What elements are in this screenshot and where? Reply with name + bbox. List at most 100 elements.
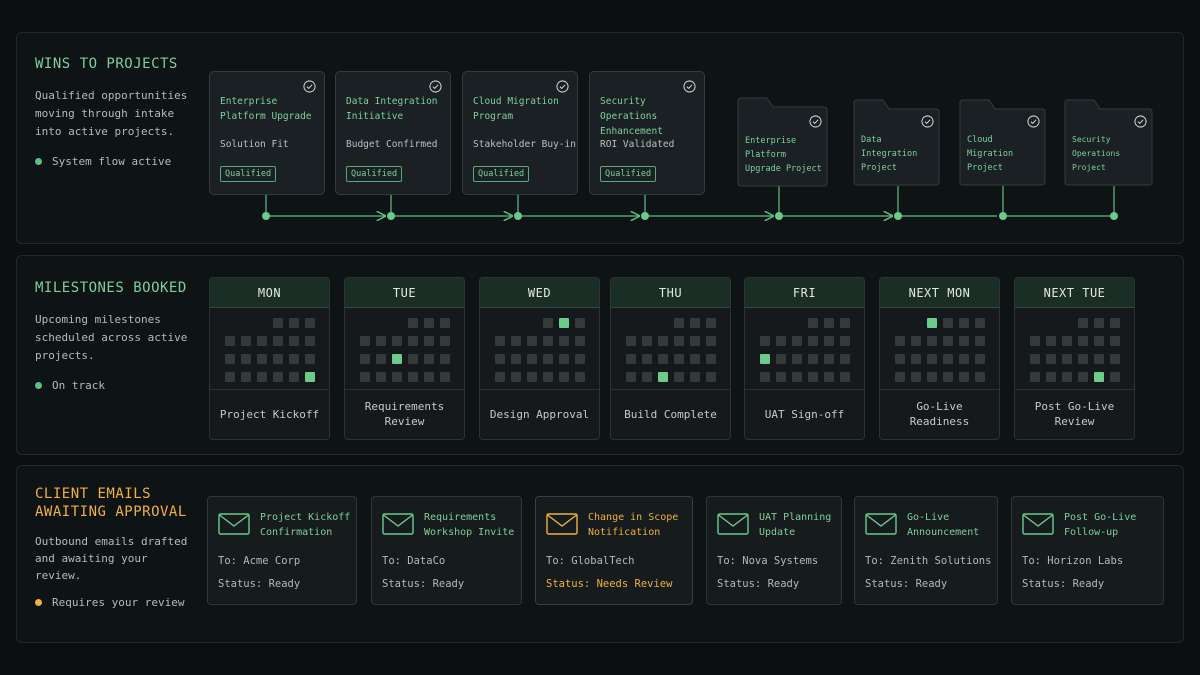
- calendar-cell: [760, 354, 770, 364]
- email-card-needs-review[interactable]: Change in Scope Notification To: GlobalT…: [535, 496, 693, 605]
- project-folder[interactable]: Security Operations Project: [1064, 99, 1153, 186]
- opportunity-card[interactable]: Data Integration Initiative Budget Confi…: [335, 71, 451, 195]
- opportunity-card[interactable]: Security Operations Enhancement ROI Vali…: [589, 71, 705, 195]
- qualified-badge: Qualified: [220, 166, 277, 182]
- opportunity-card[interactable]: Cloud Migration Program Stakeholder Buy-…: [462, 71, 578, 195]
- calendar-cell: [626, 372, 636, 382]
- email-card[interactable]: Go-Live Announcement To: Zenith Solution…: [854, 496, 998, 605]
- calendar-cell: [626, 336, 636, 346]
- calendar-cell: [808, 372, 818, 382]
- calendar-cell: [776, 318, 786, 328]
- email-status: Status: Needs Review: [546, 578, 673, 590]
- calendar-cell: [495, 372, 505, 382]
- calendar-cell: [289, 318, 299, 328]
- calendar-cell: [511, 372, 521, 382]
- calendar-cell: [959, 318, 969, 328]
- calendar-grid: [225, 318, 315, 382]
- envelope-icon: [1022, 513, 1054, 535]
- day-card-next-tue[interactable]: NEXT TUE Post Go-Live Review: [1014, 277, 1135, 440]
- calendar-cell: [440, 318, 450, 328]
- calendar-cell: [1046, 336, 1056, 346]
- email-subject: Project Kickoff Confirmation: [260, 512, 351, 538]
- email-recipient: To: Zenith Solutions: [865, 555, 992, 567]
- opportunity-title: Security Operations Enhancement: [600, 96, 663, 137]
- calendar-cell: [1030, 336, 1040, 346]
- email-status: Status: Ready: [218, 578, 301, 590]
- day-card-thu[interactable]: THU Build Complete: [610, 277, 731, 440]
- email-card[interactable]: UAT Planning Update To: Nova Systems Sta…: [706, 496, 842, 605]
- calendar-cell: [1094, 318, 1104, 328]
- calendar-cell: [257, 318, 267, 328]
- check-circle-icon: [809, 115, 822, 128]
- calendar-cell: [975, 354, 985, 364]
- milestone-label: Requirements Review: [364, 400, 445, 428]
- calendar-cell: [376, 354, 386, 364]
- calendar-cell: [289, 354, 299, 364]
- calendar-cell: [690, 318, 700, 328]
- calendar-cell: [392, 318, 402, 328]
- opportunity-criteria: Budget Confirmed: [346, 139, 438, 150]
- calendar-cell: [1046, 372, 1056, 382]
- calendar-grid: [1030, 318, 1120, 382]
- project-folder[interactable]: Cloud Migration Project: [959, 99, 1046, 186]
- calendar-cell: [760, 318, 770, 328]
- calendar-cell: [690, 336, 700, 346]
- calendar-cell: [392, 354, 402, 364]
- day-header: THU: [611, 278, 730, 308]
- calendar-cell: [543, 372, 553, 382]
- calendar-cell: [760, 336, 770, 346]
- calendar-cell: [1078, 372, 1088, 382]
- day-card-fri[interactable]: FRI UAT Sign-off: [744, 277, 865, 440]
- calendar-cell: [792, 336, 802, 346]
- envelope-icon: [865, 513, 897, 535]
- opportunity-title: Data Integration Initiative: [346, 96, 438, 122]
- calendar-cell: [392, 336, 402, 346]
- calendar-cell: [257, 372, 267, 382]
- calendar-grid: [626, 318, 716, 382]
- calendar-cell: [1078, 354, 1088, 364]
- calendar-cell: [1030, 372, 1040, 382]
- calendar-cell: [674, 354, 684, 364]
- calendar-cell: [808, 354, 818, 364]
- calendar-cell: [895, 318, 905, 328]
- calendar-cell: [1110, 336, 1120, 346]
- calendar-cell: [792, 318, 802, 328]
- calendar-cell: [674, 372, 684, 382]
- calendar-cell: [305, 354, 315, 364]
- calendar-cell: [527, 372, 537, 382]
- calendar-cell: [559, 336, 569, 346]
- email-recipient: To: GlobalTech: [546, 555, 635, 567]
- calendar-cell: [943, 354, 953, 364]
- calendar-cell: [1094, 354, 1104, 364]
- calendar-grid: [495, 318, 585, 382]
- project-folder[interactable]: Enterprise Platform Upgrade Project: [737, 97, 828, 187]
- day-card-wed[interactable]: WED Design Approval: [479, 277, 600, 440]
- check-circle-icon: [683, 80, 696, 93]
- calendar-cell: [559, 372, 569, 382]
- milestones-description: Upcoming milestones scheduled across act…: [35, 313, 188, 362]
- email-subject: Go-Live Announcement: [907, 512, 980, 538]
- email-card[interactable]: Post Go-Live Follow-up To: Horizon Labs …: [1011, 496, 1164, 605]
- calendar-cell: [911, 372, 921, 382]
- calendar-cell: [1030, 318, 1040, 328]
- calendar-grid: [760, 318, 850, 382]
- day-card-mon[interactable]: MON Project Kickoff: [209, 277, 330, 440]
- calendar-cell: [527, 336, 537, 346]
- calendar-cell: [927, 318, 937, 328]
- opportunity-card[interactable]: Enterprise Platform Upgrade Solution Fit…: [209, 71, 325, 195]
- calendar-cell: [808, 318, 818, 328]
- email-card[interactable]: Project Kickoff Confirmation To: Acme Co…: [207, 496, 357, 605]
- email-recipient: To: Horizon Labs: [1022, 555, 1124, 567]
- calendar-cell: [911, 354, 921, 364]
- calendar-cell: [927, 336, 937, 346]
- day-card-tue[interactable]: TUE Requirements Review: [344, 277, 465, 440]
- calendar-cell: [927, 372, 937, 382]
- day-card-next-mon[interactable]: NEXT MON Go-Live Readiness: [879, 277, 1000, 440]
- calendar-cell: [360, 354, 370, 364]
- day-header: NEXT TUE: [1015, 278, 1134, 308]
- calendar-cell: [257, 354, 267, 364]
- email-card[interactable]: Requirements Workshop Invite To: DataCo …: [371, 496, 522, 605]
- calendar-cell: [792, 354, 802, 364]
- milestones-status-text: On track: [52, 379, 105, 392]
- project-folder[interactable]: Data Integration Project: [853, 99, 940, 186]
